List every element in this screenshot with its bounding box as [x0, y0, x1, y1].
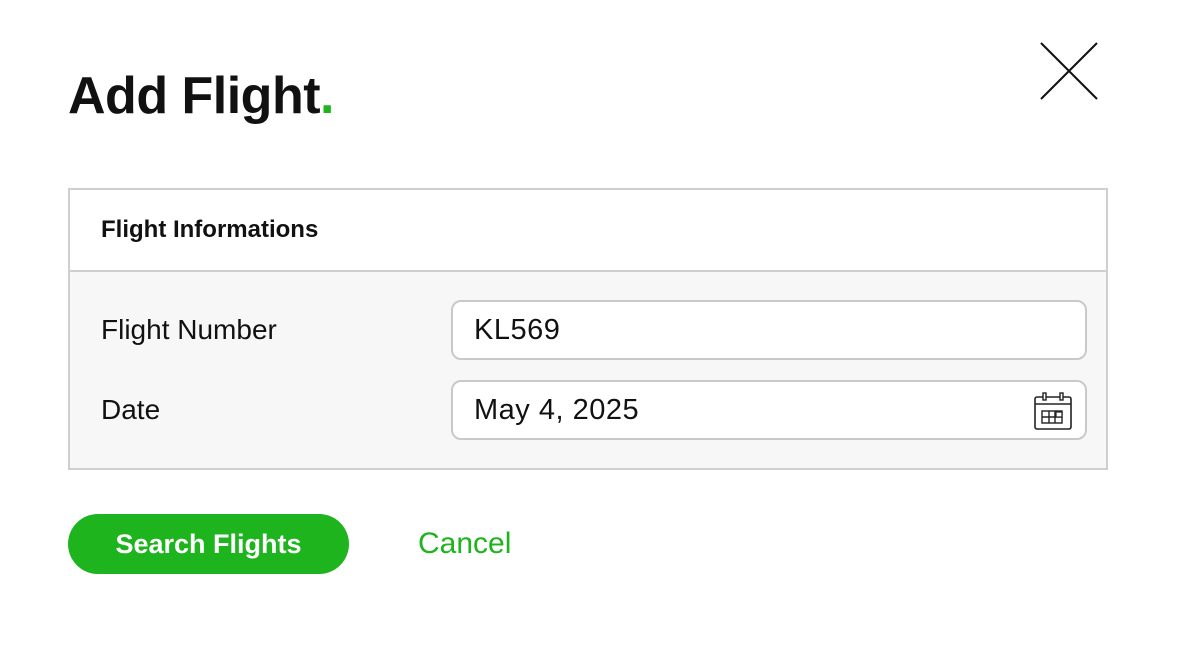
close-icon[interactable]	[1036, 38, 1102, 104]
flight-info-panel: Flight Informations Flight Number KL569 …	[68, 188, 1108, 470]
search-flights-button[interactable]: Search Flights	[68, 514, 349, 574]
dialog-title-text: Add Flight	[68, 67, 321, 125]
title-accent-dot: .	[320, 67, 334, 125]
cancel-button[interactable]: Cancel	[418, 524, 511, 564]
add-flight-dialog: Add Flight. Flight Informations Flight N…	[0, 0, 1182, 656]
flight-number-input[interactable]: KL569	[451, 300, 1087, 360]
panel-header: Flight Informations	[70, 190, 1106, 272]
dialog-title: Add Flight.	[68, 64, 334, 128]
flight-number-value: KL569	[474, 313, 561, 346]
flight-number-label: Flight Number	[101, 314, 277, 345]
date-value: May 4, 2025	[474, 393, 640, 426]
date-label: Date	[101, 394, 161, 425]
calendar-icon[interactable]	[1033, 391, 1073, 431]
date-input[interactable]: May 4, 2025	[451, 380, 1087, 440]
panel-header-title: Flight Informations	[101, 216, 319, 243]
